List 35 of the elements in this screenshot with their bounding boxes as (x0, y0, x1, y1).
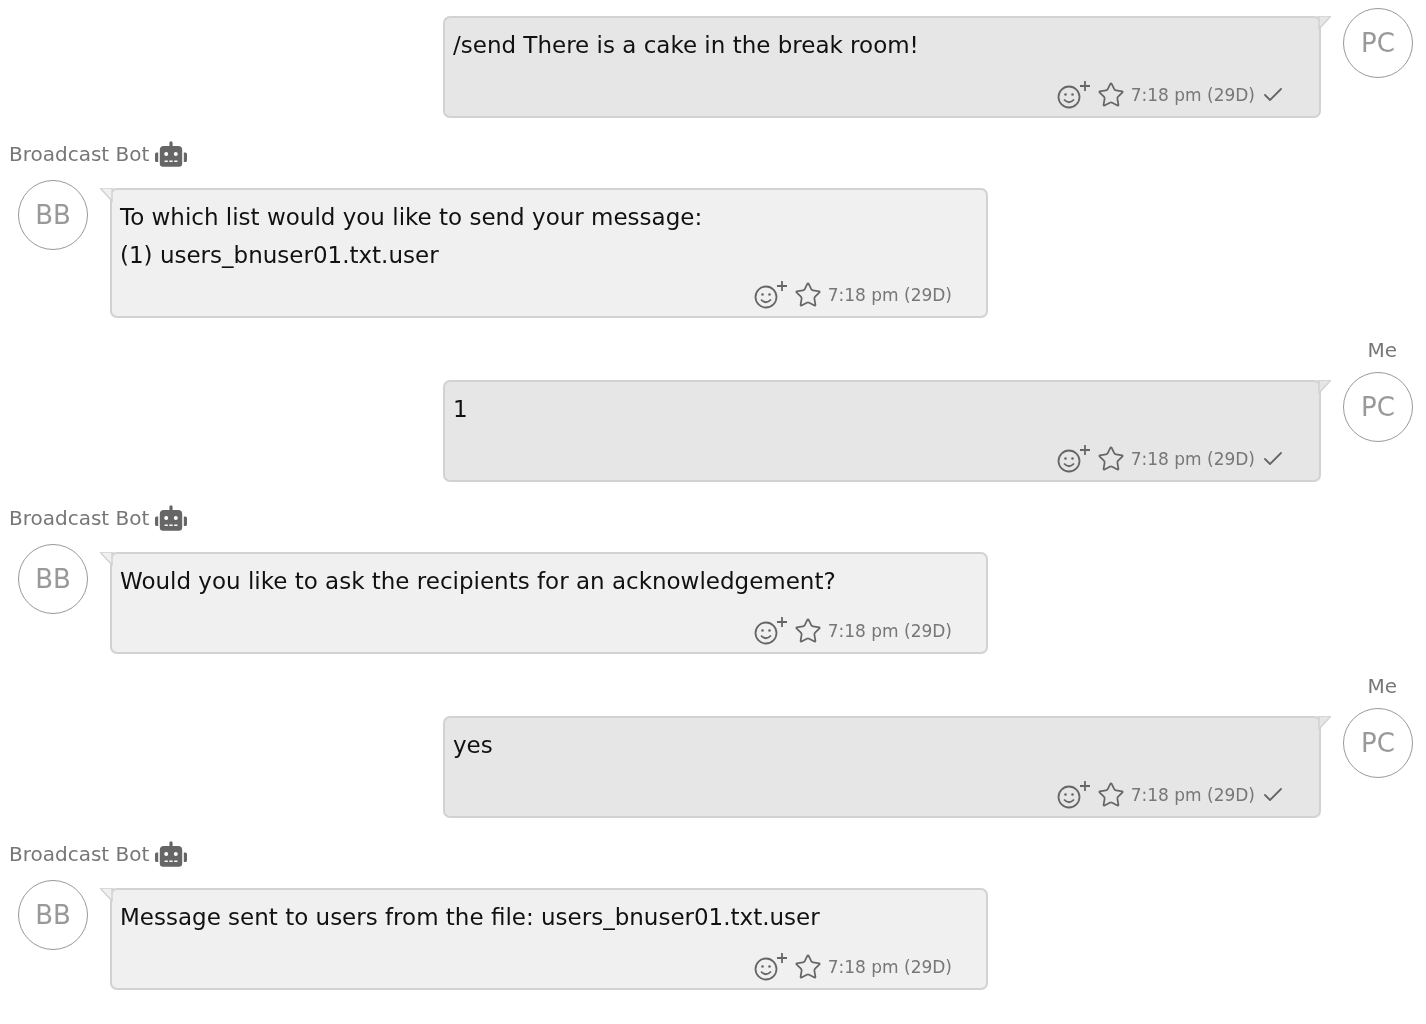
message-text: Message sent to users from the file: users_bnuser01.txt.user (120, 903, 821, 932)
add-reaction-icon[interactable] (1056, 780, 1091, 810)
avatar: PC (1343, 8, 1413, 78)
avatar: BB (18, 544, 88, 614)
timestamp: 7:18 pm (29D) (827, 621, 952, 641)
timestamp: 7:18 pm (29D) (827, 285, 952, 305)
sender-name: Broadcast Bot (9, 506, 150, 530)
message-text: 1 (453, 395, 469, 424)
avatar: BB (18, 880, 88, 950)
star-icon[interactable] (1096, 781, 1125, 809)
star-icon[interactable] (793, 953, 822, 981)
add-reaction-icon[interactable] (1056, 444, 1091, 474)
add-reaction-icon[interactable] (753, 616, 788, 646)
message-text: Would you like to ask the recipients for an acknowledgement? (120, 567, 837, 596)
star-icon[interactable] (1096, 81, 1125, 109)
message-text: To which list would you like to send your message: (1) users_bnuser01.txt.user (120, 203, 704, 270)
sender-name: Broadcast Bot (9, 842, 150, 866)
timestamp: 7:18 pm (29D) (1130, 785, 1255, 805)
star-icon[interactable] (1096, 445, 1125, 473)
sender-name: Broadcast Bot (9, 142, 150, 166)
add-reaction-icon[interactable] (753, 280, 788, 310)
timestamp: 7:18 pm (29D) (1130, 85, 1255, 105)
avatar: PC (1343, 708, 1413, 778)
sender-name: Me (1367, 674, 1397, 698)
avatar: PC (1343, 372, 1413, 442)
add-reaction-icon[interactable] (753, 952, 788, 982)
avatar: BB (18, 180, 88, 250)
timestamp: 7:18 pm (29D) (1130, 449, 1255, 469)
star-icon[interactable] (793, 281, 822, 309)
sender-name: Me (1367, 338, 1397, 362)
timestamp: 7:18 pm (29D) (827, 957, 952, 977)
message-text: /send There is a cake in the break room! (453, 31, 920, 60)
message-text: yes (453, 731, 494, 760)
add-reaction-icon[interactable] (1056, 80, 1091, 110)
star-icon[interactable] (793, 617, 822, 645)
